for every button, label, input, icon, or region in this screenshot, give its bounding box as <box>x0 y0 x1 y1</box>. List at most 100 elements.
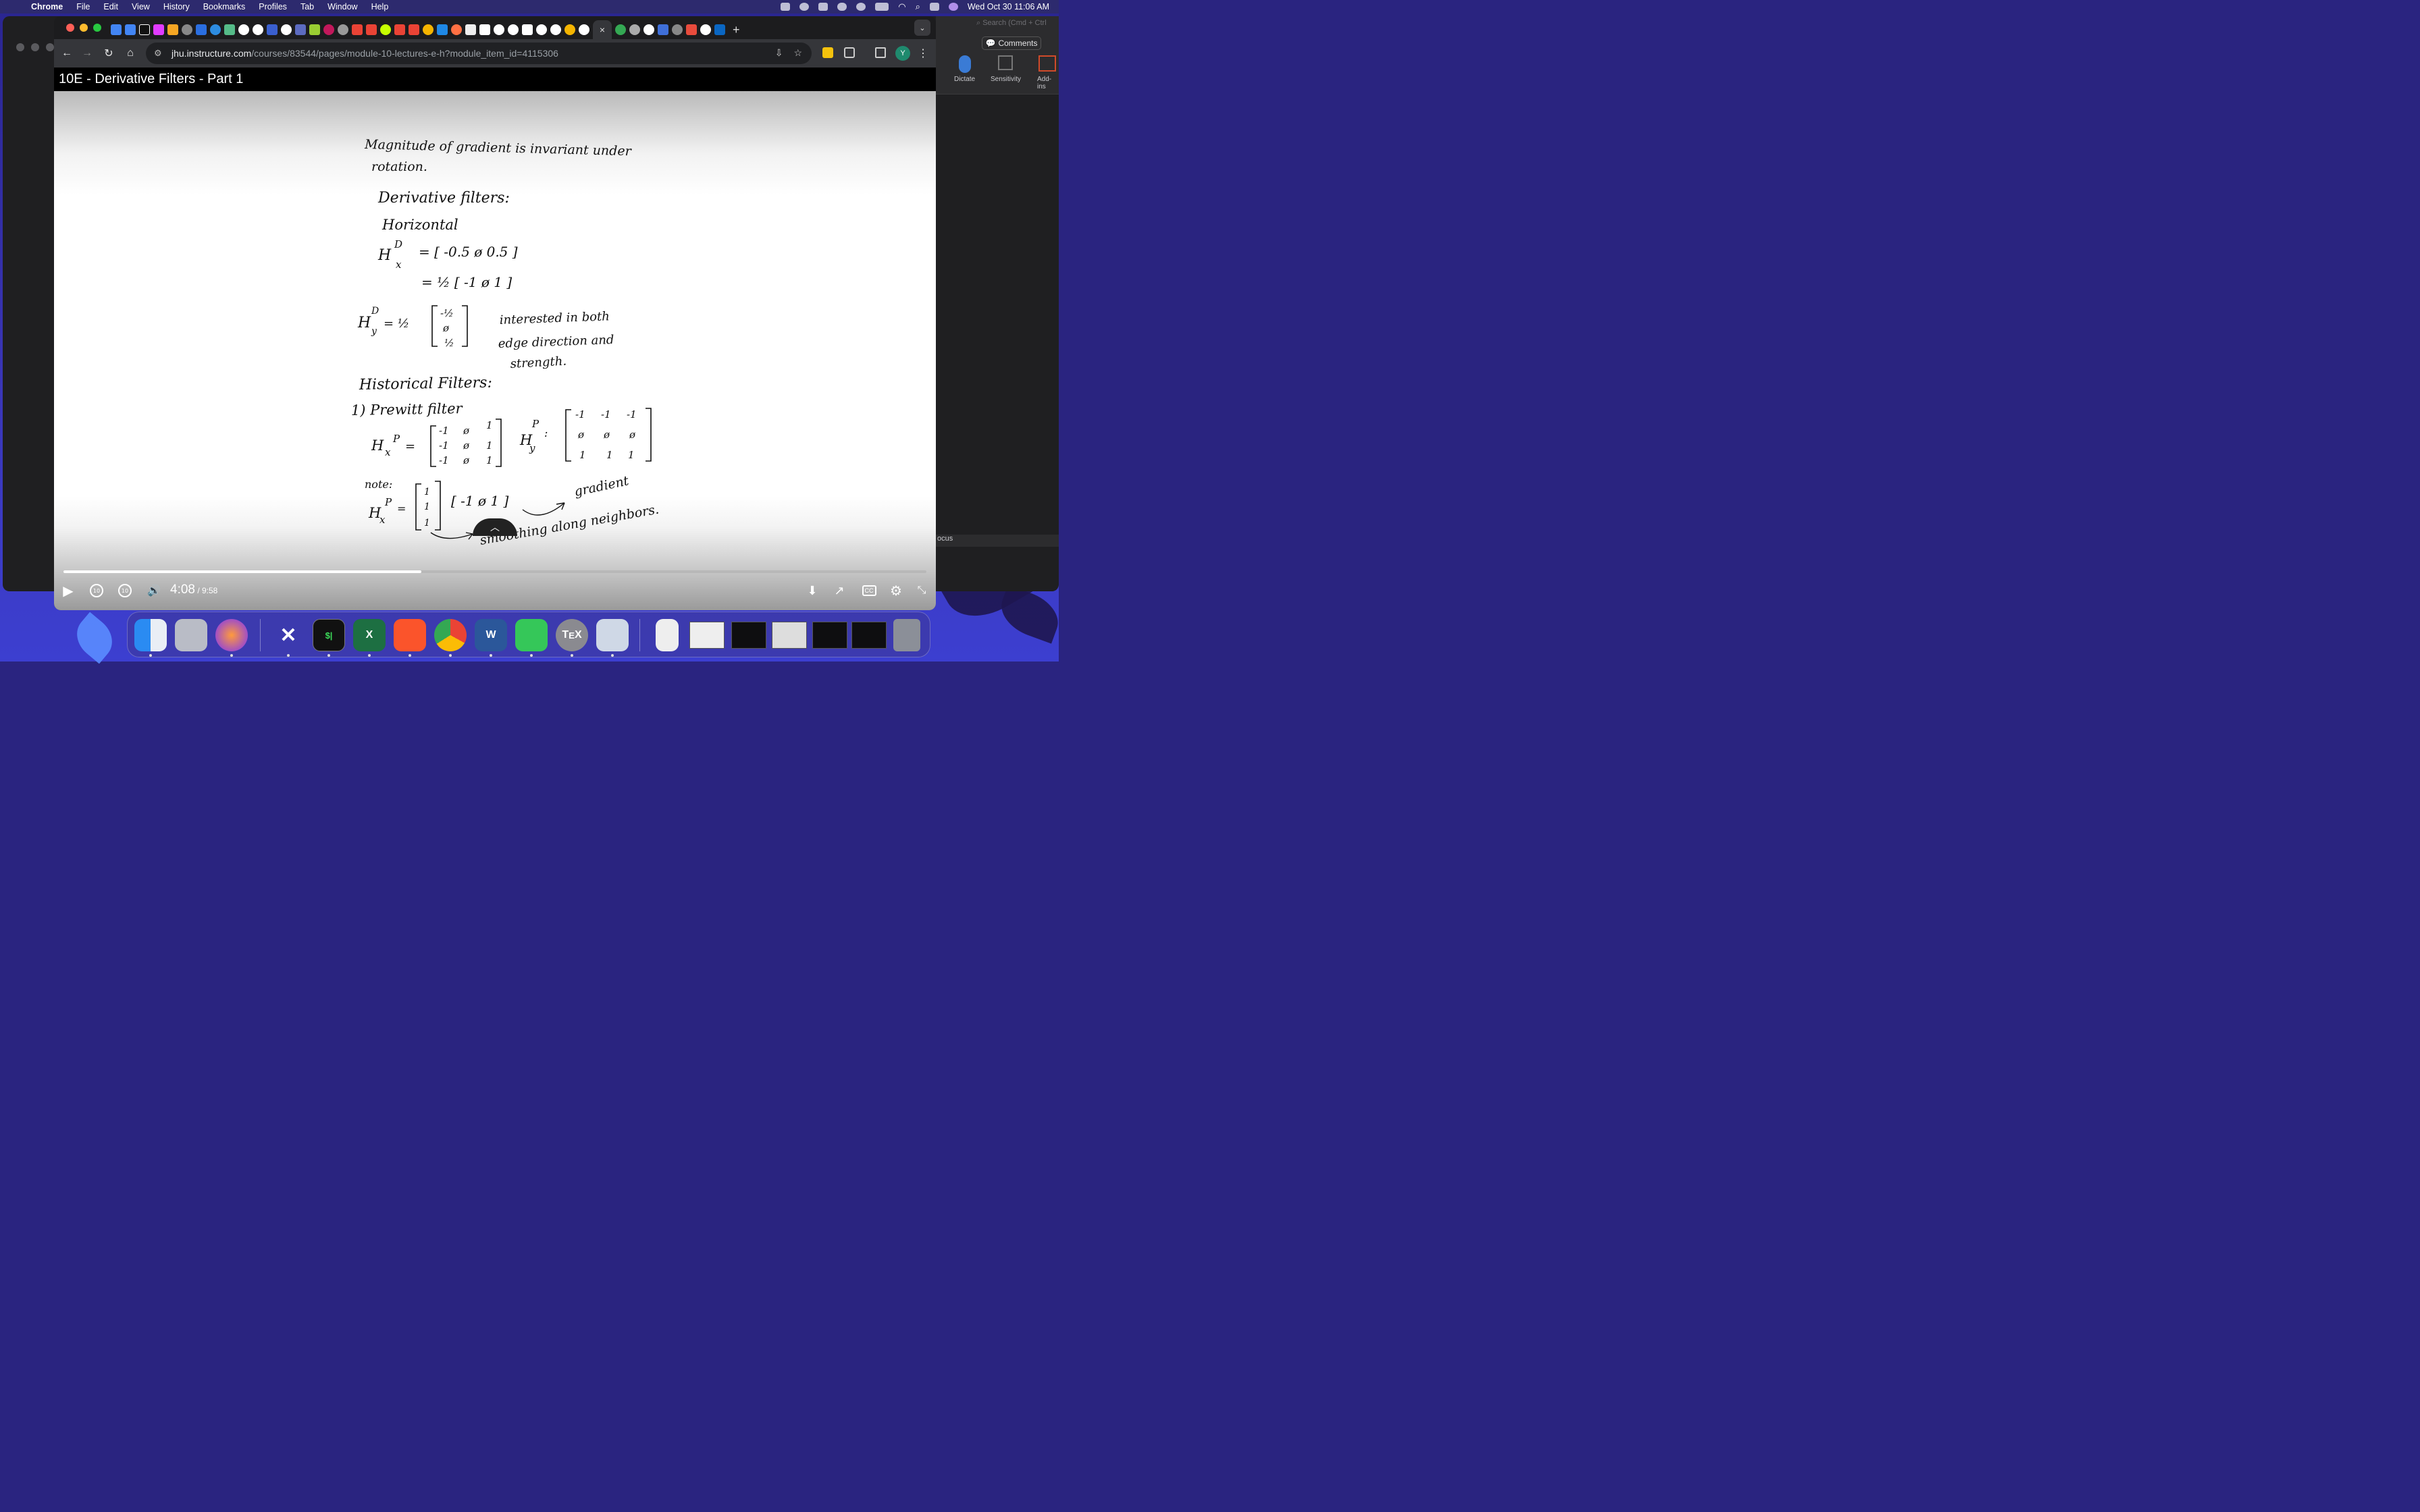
ribbon-sensitivity[interactable]: Sensitivity <box>991 76 1021 83</box>
tab-pill[interactable] <box>153 24 164 35</box>
close-tab-icon[interactable]: × <box>600 24 605 35</box>
tab-globe[interactable] <box>182 24 192 35</box>
tab-gmail[interactable] <box>352 24 363 35</box>
menu-tab[interactable]: Tab <box>300 2 314 11</box>
reload-icon[interactable]: ↻ <box>101 46 116 61</box>
menu-app-name[interactable]: Chrome <box>31 2 63 11</box>
reading-list-icon[interactable] <box>875 47 886 58</box>
preview-icon[interactable] <box>596 619 629 651</box>
tab-chrome-ext[interactable] <box>564 24 575 35</box>
firefox-icon[interactable] <box>215 619 248 651</box>
home-icon[interactable]: ⌂ <box>123 46 138 61</box>
launchpad-icon[interactable] <box>175 619 207 651</box>
tab-calendar[interactable] <box>111 24 122 35</box>
tab-github-4[interactable] <box>508 24 519 35</box>
excel-icon[interactable]: X <box>353 619 386 651</box>
tab-arrow[interactable] <box>295 24 306 35</box>
menu-history[interactable]: History <box>163 2 190 11</box>
extension-icon[interactable] <box>822 47 833 58</box>
spotlight-search-icon[interactable]: ⌕ <box>916 1 920 12</box>
video-progress-bar[interactable] <box>63 570 926 573</box>
sensitivity-icon[interactable] <box>998 55 1013 70</box>
tab-google[interactable] <box>579 24 589 35</box>
messages-icon[interactable] <box>515 619 548 651</box>
tab-github-6[interactable] <box>550 24 561 35</box>
tab-linkedin[interactable] <box>714 24 725 35</box>
menu-help[interactable]: Help <box>371 2 389 11</box>
install-app-icon[interactable]: ⇩ <box>775 47 783 59</box>
exit-fullscreen-icon[interactable]: ⤡ <box>914 581 929 600</box>
menu-file[interactable]: File <box>76 2 90 11</box>
tab-gmail-4[interactable] <box>409 24 419 35</box>
menu-view[interactable]: View <box>132 2 150 11</box>
address-bar[interactable]: ⚙ jhu.instructure.com/courses/83544/page… <box>146 43 812 64</box>
tab-github-2[interactable] <box>253 24 263 35</box>
finder-icon[interactable] <box>134 619 167 651</box>
tab-gmail-2[interactable] <box>366 24 377 35</box>
new-tab-button[interactable]: + <box>733 23 740 37</box>
captions-icon[interactable]: CC <box>862 581 876 600</box>
chrome-icon[interactable] <box>434 619 467 651</box>
active-tab[interactable]: × <box>593 20 612 39</box>
extensions-puzzle-icon[interactable] <box>844 47 855 58</box>
bookmark-star-icon[interactable]: ☆ <box>793 47 802 59</box>
add-ins-icon[interactable] <box>1038 55 1056 72</box>
tcia-file-icon[interactable] <box>656 619 679 651</box>
comments-button[interactable]: 💬 Comments <box>982 36 1041 50</box>
tab-grid[interactable] <box>267 24 278 35</box>
word-search-field[interactable]: ⌕ Search (Cmd + Ctrl <box>976 19 1064 31</box>
siri-icon[interactable] <box>948 3 958 11</box>
tab-google-3[interactable] <box>700 24 711 35</box>
xquartz-icon[interactable]: ✕ <box>272 619 305 651</box>
tab-github-5[interactable] <box>536 24 547 35</box>
tab-lime[interactable] <box>380 24 391 35</box>
window-controls-inactive[interactable] <box>16 43 54 51</box>
tab-grad-cap[interactable] <box>658 24 668 35</box>
tab-search-chevron-icon[interactable]: ⌄ <box>914 20 930 36</box>
word-icon[interactable]: W <box>475 619 507 651</box>
tab-cloud[interactable] <box>437 24 448 35</box>
tab-plane[interactable] <box>686 24 697 35</box>
tab-triangle[interactable] <box>423 24 433 35</box>
skip-back-icon[interactable]: 10 <box>88 581 105 600</box>
tab-green[interactable] <box>309 24 320 35</box>
tab-github-3[interactable] <box>281 24 292 35</box>
popout-arrow-icon[interactable]: ↗ <box>832 581 847 600</box>
tab-plus-green[interactable] <box>615 24 626 35</box>
tab-gray[interactable] <box>338 24 348 35</box>
minimized-window-thumb[interactable] <box>851 622 887 649</box>
menubar-clock[interactable]: Wed Oct 30 11:06 AM <box>968 2 1049 11</box>
focus-mode-label[interactable]: ocus <box>937 535 953 543</box>
settings-gear-icon[interactable]: ⚙ <box>889 581 903 600</box>
terminal-icon[interactable]: $| <box>313 619 345 651</box>
zoom-window-button[interactable] <box>93 24 101 32</box>
minimized-window-thumb[interactable] <box>812 622 847 649</box>
tab-mountain[interactable] <box>465 24 476 35</box>
menu-edit[interactable]: Edit <box>103 2 118 11</box>
tab-stack[interactable] <box>167 24 178 35</box>
help-status-icon[interactable] <box>799 3 810 11</box>
back-arrow-icon[interactable]: ← <box>59 46 74 61</box>
tab-edge[interactable] <box>196 24 207 35</box>
minimized-window-thumb[interactable] <box>689 622 725 649</box>
tab-openai-2[interactable] <box>629 24 640 35</box>
tab-notion[interactable] <box>479 24 490 35</box>
tab-bold-b[interactable] <box>139 24 150 35</box>
menu-bookmarks[interactable]: Bookmarks <box>203 2 246 11</box>
tab-circle[interactable] <box>672 24 683 35</box>
ribbon-dictate[interactable]: Dictate <box>954 76 975 83</box>
browser-menu-icon[interactable]: ⋮ <box>916 46 930 61</box>
control-center-icon[interactable] <box>929 3 939 11</box>
tab-orange[interactable] <box>451 24 462 35</box>
brave-icon[interactable] <box>394 619 426 651</box>
minimize-window-button[interactable] <box>80 24 88 32</box>
tab-google-2[interactable] <box>643 24 654 35</box>
forward-arrow-icon[interactable]: → <box>80 46 95 61</box>
profile-avatar[interactable]: Y <box>895 46 910 61</box>
skip-forward-icon[interactable]: 10 <box>116 581 134 600</box>
microphone-icon[interactable] <box>959 55 971 73</box>
tab-calendar-2[interactable] <box>125 24 136 35</box>
tab-chart[interactable] <box>224 24 235 35</box>
site-info-icon[interactable]: ⚙ <box>154 48 165 59</box>
close-window-button[interactable] <box>66 24 74 32</box>
